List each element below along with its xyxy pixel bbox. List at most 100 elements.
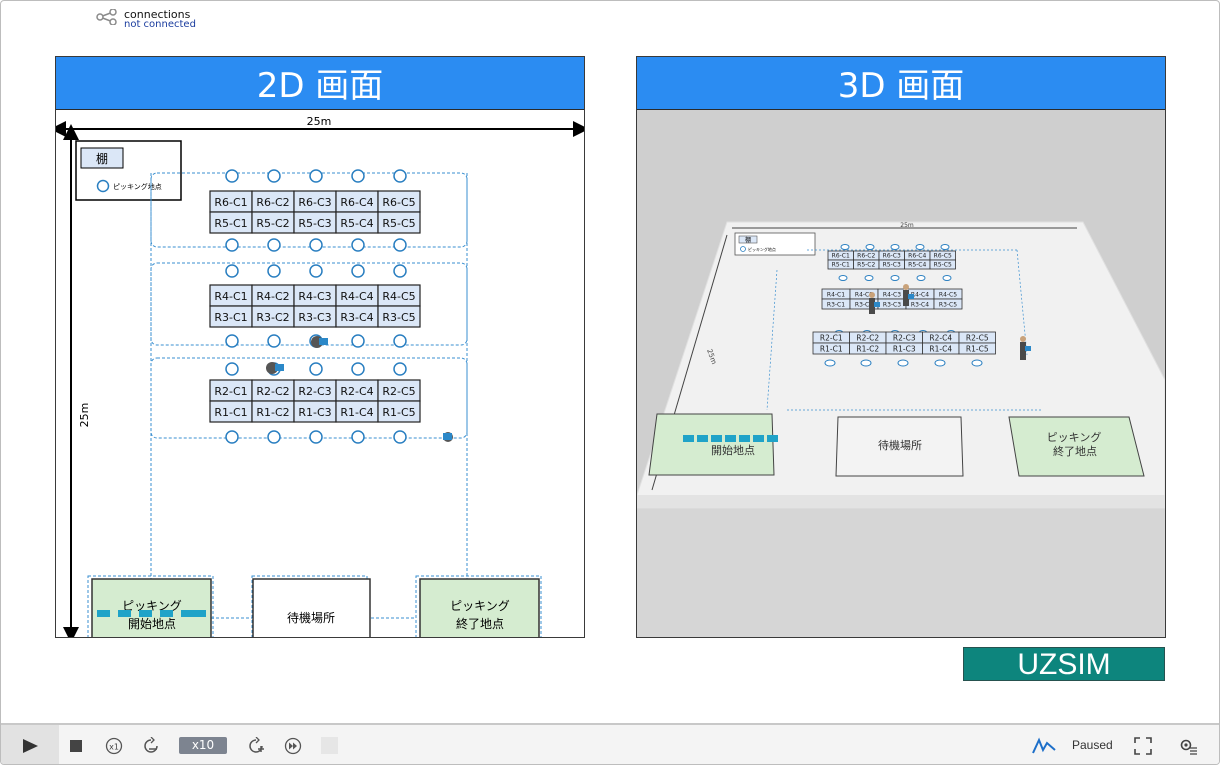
3d-zone-start-label: 開始地点: [711, 443, 755, 457]
shelf-label: R6-C4: [340, 196, 373, 209]
shelf-label: R2-C2: [256, 385, 289, 398]
connection-status: not connected: [124, 19, 196, 30]
3d-zone-wait-label: 待機場所: [878, 438, 922, 452]
3d-ground: [637, 508, 1165, 637]
panel-3d: 3D 画面 25m 25m 棚 ピッキング地点 R6-C1 R6-C2 R6-C…: [636, 56, 1166, 638]
worker-icon: [443, 432, 453, 442]
chart-icon: [1032, 736, 1056, 753]
3d-shelf-label: R1-C3: [893, 345, 916, 354]
3d-shelf-label: R5-C4: [908, 262, 926, 269]
fast-forward-button[interactable]: [282, 725, 304, 764]
3d-shelf-label: R4-C1: [827, 292, 845, 299]
3d-shelf-label: R6-C4: [908, 253, 926, 260]
3d-shelf-label: R3-C4: [911, 302, 929, 309]
warehouse-2d-canvas[interactable]: 25m 25m 棚 ピッキング地点 R6-C1 R6-C2 R6-C3 R6-C…: [56, 110, 584, 637]
3d-shelf-label: R2-C3: [893, 334, 916, 343]
app-window: connections not connected 2D 画面 25m 25m …: [0, 0, 1220, 765]
3d-shelf-label: R5-C1: [832, 262, 850, 269]
3d-shelf-label: R6-C2: [857, 253, 875, 260]
stop-icon: [70, 739, 82, 752]
slow-down-icon: [144, 736, 158, 753]
shelf-label: R4-C1: [214, 290, 247, 303]
shelf-label: R1-C5: [382, 406, 415, 419]
3d-shelf-label: R6-C5: [934, 253, 952, 260]
3d-shelf-label: R6-C3: [883, 253, 901, 260]
speed-up-icon: [249, 736, 264, 753]
3d-width-label: 25m: [900, 222, 914, 229]
panel-3d-title: 3D 画面: [637, 57, 1165, 110]
shelf-label: R6-C1: [214, 196, 247, 209]
connections-icon: [96, 9, 117, 25]
3d-shelf-label: R5-C3: [883, 262, 901, 269]
3d-shelf-label: R3-C3: [883, 302, 901, 309]
3d-shelf-label: R1-C4: [929, 345, 952, 354]
shelf-label: R3-C2: [256, 311, 289, 324]
height-dimension-label: 25m: [78, 403, 91, 428]
3d-shelf-label: R4-C3: [883, 292, 901, 299]
chart-button[interactable]: [1031, 725, 1057, 764]
3d-shelf-label: R3-C5: [939, 302, 957, 309]
shelf-label: R1-C1: [214, 406, 247, 419]
zone-end-line1: ピッキング: [450, 599, 510, 613]
shelf-label: R5-C5: [382, 217, 415, 230]
3d-shelf-label: R1-C5: [966, 345, 989, 354]
shelf-label: R3-C3: [298, 311, 331, 324]
shelf-label: R5-C1: [214, 217, 247, 230]
worker-icon: [311, 336, 328, 348]
zone-start-line2: 開始地点: [128, 617, 176, 631]
settings-icon: [1180, 739, 1197, 755]
fullscreen-button[interactable]: [1132, 725, 1154, 764]
panel-2d: 2D 画面 25m 25m 棚 ピッキング地点 R6-C1 R6-C2 R6-C…: [55, 56, 585, 638]
3d-shelf-label: R2-C2: [856, 334, 879, 343]
x1-speed-icon: x1: [105, 737, 123, 754]
shelf-label: R6-C5: [382, 196, 415, 209]
speed-reset-button[interactable]: x1: [103, 725, 125, 764]
shelf-label: R4-C5: [382, 290, 415, 303]
3d-shelf-label: R6-C1: [832, 253, 850, 260]
legend-point-label: ピッキング地点: [113, 182, 162, 191]
play-button[interactable]: [1, 725, 59, 764]
shelf-label: R2-C3: [298, 385, 331, 398]
stop-button[interactable]: [65, 725, 87, 764]
shelf-label: R3-C1: [214, 311, 247, 324]
speed-indicator: x10: [179, 737, 227, 754]
shelf-label: R2-C5: [382, 385, 415, 398]
play-icon: [23, 738, 38, 753]
shelf-label: R4-C3: [298, 290, 331, 303]
3d-floor-edge: [637, 495, 1165, 508]
zone-waiting-area[interactable]: [252, 578, 371, 637]
fast-forward-icon: [284, 737, 302, 754]
shelf-label: R2-C1: [214, 385, 247, 398]
shelf-label: R1-C4: [340, 406, 373, 419]
legend-shelf-label: 棚: [96, 151, 108, 166]
warehouse-3d-canvas[interactable]: 25m 25m 棚 ピッキング地点 R6-C1 R6-C2 R6-C3 R6-C…: [637, 110, 1165, 637]
3d-zone-end-line1: ピッキング: [1047, 430, 1102, 444]
3d-shelf-label: R3-C1: [827, 302, 845, 309]
fullscreen-icon: [1134, 736, 1152, 755]
blank-control[interactable]: [321, 737, 338, 754]
shelf-label: R2-C4: [340, 385, 373, 398]
shelf-label: R1-C3: [298, 406, 331, 419]
run-status: Paused: [1072, 738, 1113, 752]
shelf-grid: R6-C1 R6-C2 R6-C3 R6-C4 R6-C5 R5-C1 R5-C2 R5-C3…: [209, 190, 421, 423]
svg-text:x1: x1: [109, 742, 119, 751]
zone-end-line2: 終了地点: [456, 616, 504, 631]
3d-zone-end-line2: 終了地点: [1053, 444, 1097, 458]
3d-legend-shelf-label: 棚: [745, 236, 751, 244]
slow-down-button[interactable]: [140, 725, 162, 764]
width-dimension-label: 25m: [307, 115, 332, 128]
connection-indicator[interactable]: connections not connected: [96, 8, 236, 34]
3d-shelf-label: R1-C2: [856, 345, 879, 354]
3d-shelf-label: R5-C2: [857, 262, 875, 269]
shelf-label: R5-C3: [298, 217, 331, 230]
shelf-label: R6-C3: [298, 196, 331, 209]
simulation-toolbar: x1 x10 Paused: [1, 723, 1219, 764]
settings-button[interactable]: [1177, 725, 1199, 764]
zone-wait-label: 待機場所: [287, 610, 335, 625]
panel-2d-title: 2D 画面: [56, 57, 584, 110]
speed-up-button[interactable]: [245, 725, 267, 764]
3d-shelf-label: R4-C5: [939, 292, 957, 299]
shelf-label: R5-C2: [256, 217, 289, 230]
shelf-label: R3-C5: [382, 311, 415, 324]
3d-shelf-label: R2-C1: [820, 334, 843, 343]
